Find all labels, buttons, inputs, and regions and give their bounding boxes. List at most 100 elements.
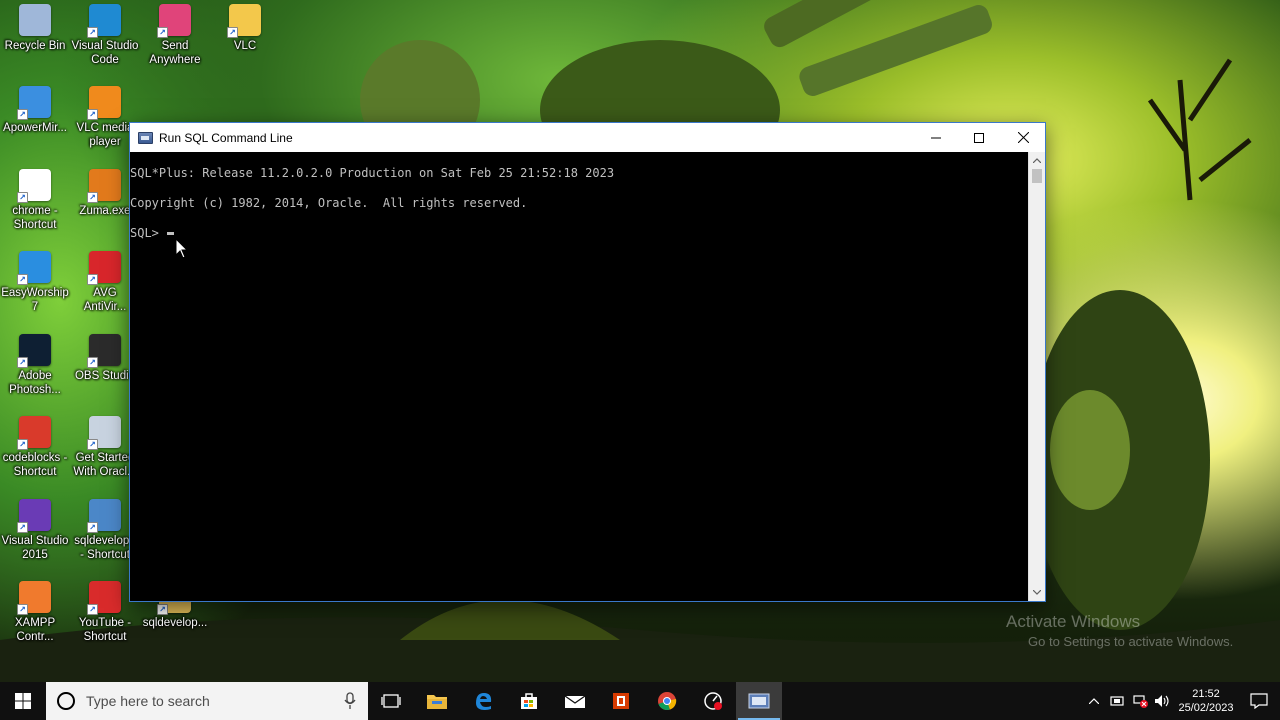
watermark-subtitle: Go to Settings to activate Windows. — [1028, 634, 1234, 649]
desktop-icon-recycle-bin[interactable]: Recycle Bin — [0, 4, 70, 82]
cortana-circle-icon — [57, 692, 75, 710]
shortcut-arrow-icon: ↗ — [227, 27, 238, 38]
shortcut-arrow-icon: ↗ — [87, 522, 98, 533]
network-tray-button[interactable] — [1128, 682, 1151, 720]
desktop-icon-label: codeblocks - Shortcut — [2, 452, 68, 478]
desktop-icon-label: XAMPP Contr... — [14, 617, 56, 643]
zuma-icon: ↗ — [87, 169, 121, 203]
mail-button[interactable] — [552, 682, 598, 720]
shortcut-arrow-icon: ↗ — [17, 109, 28, 120]
window-title: Run SQL Command Line — [159, 130, 293, 145]
desktop-icon-send-anywhere[interactable]: ↗ Send Anywhere — [140, 4, 210, 82]
volume-tray-button[interactable] — [1151, 682, 1174, 720]
recorder-icon — [704, 692, 722, 710]
sqlplus-taskbar-button[interactable] — [736, 682, 782, 720]
shortcut-arrow-icon: ↗ — [17, 522, 28, 533]
file-explorer-button[interactable] — [414, 682, 460, 720]
vlc-cone-icon: ↗ — [87, 86, 121, 120]
sqlplus-app-icon — [748, 693, 770, 709]
scroll-down-button[interactable] — [1029, 584, 1045, 601]
console-output[interactable]: SQL*Plus: Release 11.2.0.2.0 Production … — [130, 152, 1028, 601]
task-view-icon — [381, 694, 401, 708]
desktop-icon-label: YouTube - Shortcut — [78, 617, 132, 643]
shortcut-arrow-icon: ↗ — [87, 27, 98, 38]
shortcut-arrow-icon: ↗ — [157, 27, 168, 38]
taskbar-search-box[interactable]: Type here to search — [46, 682, 368, 720]
activate-windows-watermark: Activate Windows Go to Settings to activ… — [1006, 612, 1233, 652]
screen-recorder-button[interactable] — [690, 682, 736, 720]
shortcut-arrow-icon: ↗ — [17, 274, 28, 285]
text-cursor — [167, 232, 175, 235]
edge-icon — [476, 693, 492, 710]
vscode-icon: ↗ — [87, 4, 121, 38]
shortcut-arrow-icon: ↗ — [157, 604, 168, 615]
start-button[interactable] — [0, 682, 46, 720]
desktop-icon-photoshop[interactable]: ↗ Adobe Photosh... — [0, 334, 70, 412]
taskbar: Type here to search 21:52 25/02/2023 — [0, 682, 1280, 720]
desktop-icon-easyworship[interactable]: ↗ EasyWorship 7 — [0, 251, 70, 329]
speaker-volume-icon — [1154, 695, 1169, 707]
clock-date: 25/02/2023 — [1178, 702, 1234, 714]
vlc-file-icon: ↗ — [227, 4, 261, 38]
shortcut-arrow-icon: ↗ — [17, 439, 28, 450]
desktop-icon-visual-studio[interactable]: ↗ Visual Studio 2015 — [0, 499, 70, 577]
console-line-copyright: Copyright (c) 1982, 2014, Oracle. All ri… — [130, 196, 528, 210]
console-prompt-line[interactable]: SQL> — [130, 226, 1028, 241]
maximize-button[interactable] — [957, 123, 1001, 152]
shortcut-arrow-icon: ↗ — [17, 357, 28, 368]
mouse-pointer-icon — [175, 238, 189, 259]
desktop-icon-chrome[interactable]: ↗ chrome - Shortcut — [0, 169, 70, 247]
vertical-scrollbar[interactable] — [1028, 152, 1045, 601]
desktop-icon-label: sqldevelop... — [142, 617, 208, 629]
shortcut-arrow-icon: ↗ — [87, 274, 98, 285]
notification-icon — [1250, 693, 1268, 709]
microphone-icon[interactable] — [344, 692, 356, 710]
mail-envelope-icon — [564, 695, 586, 708]
close-button[interactable] — [1001, 123, 1045, 152]
maximize-icon — [974, 132, 984, 143]
task-view-button[interactable] — [368, 682, 414, 720]
desktop-icon-label: ApowerMir... — [3, 122, 67, 134]
office-icon — [613, 693, 629, 709]
action-center-button[interactable] — [1238, 682, 1280, 720]
desktop-icon-apowermirror[interactable]: ↗ ApowerMir... — [0, 86, 70, 164]
desktop-icon-vscode[interactable]: ↗ Visual Studio Code — [70, 4, 140, 82]
recycle-bin-icon — [19, 4, 51, 36]
folder-icon — [427, 695, 447, 709]
title-bar[interactable]: Run SQL Command Line — [130, 123, 1045, 152]
shortcut-arrow-icon: ↗ — [87, 604, 98, 615]
microsoft-store-button[interactable] — [506, 682, 552, 720]
office-button[interactable] — [598, 682, 644, 720]
desktop-icon-label: Adobe Photosh... — [9, 370, 61, 396]
desktop-icon-label: chrome - Shortcut — [12, 205, 58, 231]
scroll-up-button[interactable] — [1029, 152, 1045, 169]
power-tray-button[interactable] — [1105, 682, 1128, 720]
desktop-icon-codeblocks[interactable]: ↗ codeblocks - Shortcut — [0, 416, 70, 494]
show-hidden-icons-button[interactable] — [1082, 682, 1105, 720]
youtube-icon: ↗ — [87, 581, 121, 615]
shortcut-arrow-icon: ↗ — [17, 192, 28, 203]
watermark-title: Activate Windows — [1006, 612, 1141, 631]
desktop-icon-label: Visual Studio Code — [71, 40, 139, 66]
desktop-icon-label: Recycle Bin — [4, 40, 66, 52]
shortcut-arrow-icon: ↗ — [87, 109, 98, 120]
apowermirror-icon: ↗ — [17, 86, 51, 120]
taskbar-clock[interactable]: 21:52 25/02/2023 — [1174, 687, 1238, 715]
chevron-up-icon — [1033, 158, 1041, 163]
edge-browser-button[interactable] — [460, 682, 506, 720]
scrollbar-thumb[interactable] — [1032, 169, 1042, 183]
shortcut-arrow-icon: ↗ — [87, 192, 98, 203]
chevron-down-icon — [1033, 590, 1041, 595]
avg-icon: ↗ — [87, 251, 121, 285]
codeblocks-icon: ↗ — [17, 416, 51, 450]
chrome-icon — [658, 692, 677, 711]
desktop-icon-xampp[interactable]: ↗ XAMPP Contr... — [0, 581, 70, 659]
chrome-button[interactable] — [644, 682, 690, 720]
easyworship-icon: ↗ — [17, 251, 51, 285]
shortcut-arrow-icon: ↗ — [87, 357, 98, 368]
clock-time: 21:52 — [1192, 688, 1220, 700]
console-line-banner: SQL*Plus: Release 11.2.0.2.0 Production … — [130, 166, 615, 180]
sql-command-line-window[interactable]: Run SQL Command Line SQL*Plus: Release 1… — [129, 122, 1046, 602]
minimize-button[interactable] — [914, 123, 958, 152]
desktop-icon-vlc-file[interactable]: ↗ VLC — [210, 4, 280, 82]
